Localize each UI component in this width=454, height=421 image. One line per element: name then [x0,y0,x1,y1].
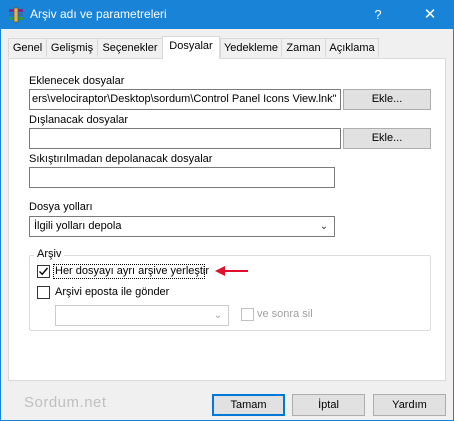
email-recipient-select[interactable]: ⌄ [55,305,229,326]
chevron-down-icon: ⌄ [213,310,223,321]
check-icon [39,267,49,276]
close-button[interactable]: ✕ [415,4,445,26]
files-to-exclude-input[interactable] [29,128,341,149]
files-to-exclude-label: Dışlanacak dosyalar [29,114,129,126]
file-paths-select[interactable]: İlgili yolları depola ⌄ [29,216,335,237]
watermark-text: Sordum.net [24,394,107,411]
email-archive-label[interactable]: Arşivi eposta ile gönder [55,286,169,298]
files-to-add-input[interactable]: ers\velociraptor\Desktop\sordum\Control … [29,89,341,110]
files-to-add-label: Eklenecek dosyalar [29,75,125,87]
add-files-button[interactable]: Ekle... [343,89,431,110]
file-paths-label: Dosya yolları [29,201,93,213]
cancel-button[interactable]: İptal [292,394,365,416]
ok-button[interactable]: Tamam [212,394,285,416]
tab-aciklama[interactable]: Açıklama [325,38,379,57]
tab-panel-dosyalar: Eklenecek dosyalar ers\velociraptor\Desk… [8,58,446,381]
separate-archive-checkbox[interactable] [37,265,50,278]
title-bar[interactable]: Arşiv adı ve parametreleri ? ✕ [1,1,453,29]
tab-secenekler[interactable]: Seçenekler [97,38,163,57]
tab-genel[interactable]: Genel [8,38,47,57]
red-arrow-annotation-icon [215,266,248,276]
tab-zaman[interactable]: Zaman [281,38,326,57]
archive-group-legend: Arşiv [34,248,65,260]
tab-yedekleme[interactable]: Yedekleme [220,38,282,57]
separate-archive-label[interactable]: Her dosyayı ayrı arşive yerleştir [55,265,209,277]
tab-dosyalar[interactable]: Dosyalar [162,36,220,59]
window-title: Arşiv adı ve parametreleri [30,7,167,21]
chevron-down-icon: ⌄ [319,221,329,232]
help-button[interactable]: Yardım [373,394,446,416]
tab-strip: Genel Gelişmiş Seçenekler Dosyalar Yedek… [8,36,448,59]
tab-gelismis[interactable]: Gelişmiş [46,38,98,57]
winrar-books-icon [9,7,23,23]
help-title-button[interactable]: ? [367,4,389,26]
delete-after-label: ve sonra sil [257,308,313,320]
dialog-window: Arşiv adı ve parametreleri ? ✕ Genel Gel… [0,0,454,421]
add-excluded-files-button[interactable]: Ekle... [343,128,431,149]
email-archive-checkbox[interactable] [37,286,50,299]
delete-after-checkbox[interactable] [241,308,254,321]
store-uncompressed-label: Sıkıştırılmadan depolanacak dosyalar [29,153,213,165]
file-paths-selected-value: İlgili yolları depola [34,220,122,232]
store-uncompressed-input[interactable] [29,167,335,188]
